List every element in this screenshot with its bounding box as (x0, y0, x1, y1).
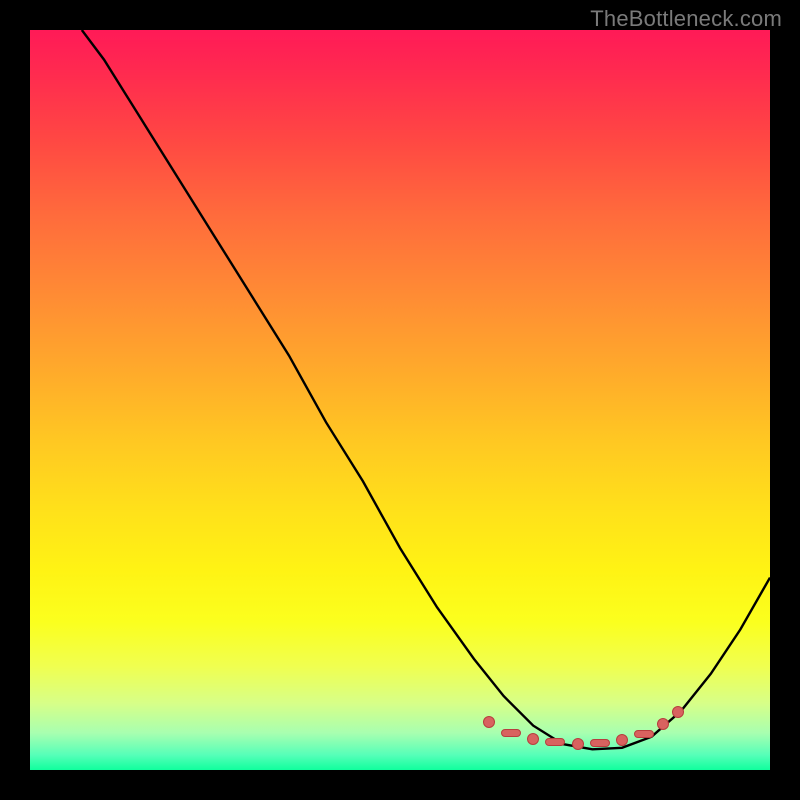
data-marker (590, 739, 610, 747)
data-marker (527, 733, 539, 745)
data-marker (572, 738, 584, 750)
chart-plot-area (30, 30, 770, 770)
data-marker (672, 706, 684, 718)
watermark-text: TheBottleneck.com (590, 6, 782, 32)
data-marker (501, 729, 521, 737)
data-marker (634, 730, 654, 738)
data-marker (483, 716, 495, 728)
marker-layer (30, 30, 770, 770)
data-marker (545, 738, 565, 746)
data-marker (657, 718, 669, 730)
data-marker (616, 734, 628, 746)
